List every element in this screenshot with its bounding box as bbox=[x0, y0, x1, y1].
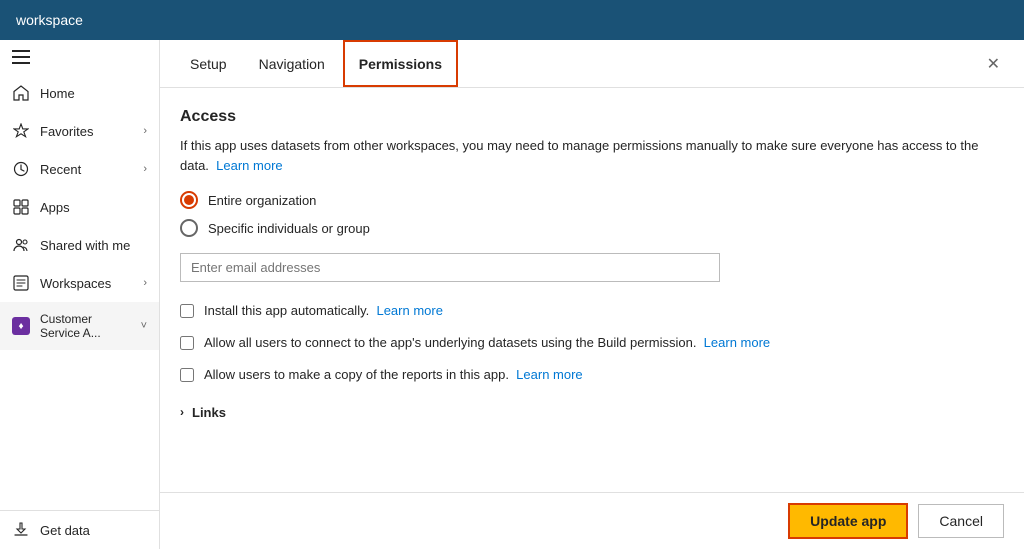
sidebar-item-apps[interactable]: Apps bbox=[0, 188, 159, 226]
sidebar-item-customer-label: Customer Service A... bbox=[40, 312, 131, 340]
sidebar-item-home[interactable]: Home bbox=[0, 74, 159, 112]
radio-specific[interactable]: Specific individuals or group bbox=[180, 219, 1004, 237]
cancel-button[interactable]: Cancel bbox=[918, 504, 1004, 538]
update-app-button[interactable]: Update app bbox=[788, 503, 908, 539]
topbar: workspace bbox=[0, 0, 1024, 40]
sidebar-item-recent-label: Recent bbox=[40, 162, 81, 177]
chevron-right-icon: › bbox=[143, 125, 147, 137]
allow-copy-label: Allow users to make a copy of the report… bbox=[204, 366, 583, 384]
checkbox-group: Install this app automatically. Learn mo… bbox=[180, 302, 1004, 385]
radio-entire-org-indicator bbox=[180, 191, 198, 209]
allow-copy-checkbox[interactable] bbox=[180, 368, 194, 382]
radio-specific-label: Specific individuals or group bbox=[208, 221, 370, 236]
apps-icon bbox=[12, 198, 30, 216]
sidebar-item-customer[interactable]: Customer Service A... ˅ bbox=[0, 302, 159, 350]
recent-icon bbox=[12, 160, 30, 178]
radio-entire-org[interactable]: Entire organization bbox=[180, 191, 1004, 209]
install-auto-checkbox[interactable] bbox=[180, 304, 194, 318]
sidebar-item-get-data[interactable]: Get data bbox=[0, 511, 159, 549]
sidebar-item-recent[interactable]: Recent › bbox=[0, 150, 159, 188]
allow-build-label: Allow all users to connect to the app's … bbox=[204, 334, 770, 352]
topbar-title: workspace bbox=[16, 12, 83, 28]
allow-build-learn-more[interactable]: Learn more bbox=[704, 335, 770, 350]
sidebar-item-favorites-label: Favorites bbox=[40, 124, 93, 139]
sidebar-item-workspaces[interactable]: Workspaces › bbox=[0, 264, 159, 302]
sidebar-bottom: Get data bbox=[0, 510, 159, 549]
links-section[interactable]: › Links bbox=[180, 405, 1004, 420]
sidebar-item-apps-label: Apps bbox=[40, 200, 70, 215]
main-layout: Home Favorites › Recent › bbox=[0, 40, 1024, 549]
customer-icon bbox=[12, 317, 30, 335]
install-auto-label: Install this app automatically. Learn mo… bbox=[204, 302, 443, 320]
radio-entire-org-label: Entire organization bbox=[208, 193, 316, 208]
shared-icon bbox=[12, 236, 30, 254]
links-label: Links bbox=[192, 405, 226, 420]
chevron-right-icon: › bbox=[143, 163, 147, 175]
checkbox-allow-copy: Allow users to make a copy of the report… bbox=[180, 366, 1004, 384]
sidebar-item-workspaces-label: Workspaces bbox=[40, 276, 111, 291]
access-description: If this app uses datasets from other wor… bbox=[180, 136, 1004, 175]
footer: Update app Cancel bbox=[160, 492, 1024, 549]
hamburger-menu[interactable] bbox=[0, 40, 159, 74]
tab-setup[interactable]: Setup bbox=[176, 40, 241, 87]
checkbox-allow-build: Allow all users to connect to the app's … bbox=[180, 334, 1004, 352]
access-title: Access bbox=[180, 108, 1004, 126]
workspaces-icon bbox=[12, 274, 30, 292]
checkbox-install-auto: Install this app automatically. Learn mo… bbox=[180, 302, 1004, 320]
sidebar-item-shared-label: Shared with me bbox=[40, 238, 130, 253]
learn-more-link-1[interactable]: Learn more bbox=[216, 158, 282, 173]
sidebar: Home Favorites › Recent › bbox=[0, 40, 160, 549]
favorites-icon bbox=[12, 122, 30, 140]
allow-build-checkbox[interactable] bbox=[180, 336, 194, 350]
permissions-content: Access If this app uses datasets from ot… bbox=[160, 88, 1024, 492]
links-chevron-icon: › bbox=[180, 405, 184, 419]
chevron-right-icon: › bbox=[143, 277, 147, 289]
home-icon bbox=[12, 84, 30, 102]
email-input[interactable] bbox=[180, 253, 720, 282]
install-auto-learn-more[interactable]: Learn more bbox=[376, 303, 442, 318]
content-panel: Setup Navigation Permissions ✕ Access If… bbox=[160, 40, 1024, 549]
access-radio-group: Entire organization Specific individuals… bbox=[180, 191, 1004, 237]
sidebar-item-shared[interactable]: Shared with me bbox=[0, 226, 159, 264]
tab-navigation[interactable]: Navigation bbox=[245, 40, 339, 87]
sidebar-item-home-label: Home bbox=[40, 86, 75, 101]
tabs-bar: Setup Navigation Permissions ✕ bbox=[160, 40, 1024, 88]
get-data-icon bbox=[12, 521, 30, 539]
chevron-down-icon: ˅ bbox=[141, 320, 147, 332]
tab-permissions[interactable]: Permissions bbox=[343, 40, 458, 87]
sidebar-item-favorites[interactable]: Favorites › bbox=[0, 112, 159, 150]
close-button[interactable]: ✕ bbox=[979, 50, 1008, 78]
allow-copy-learn-more[interactable]: Learn more bbox=[516, 367, 582, 382]
sidebar-item-get-data-label: Get data bbox=[40, 523, 90, 538]
radio-specific-indicator bbox=[180, 219, 198, 237]
